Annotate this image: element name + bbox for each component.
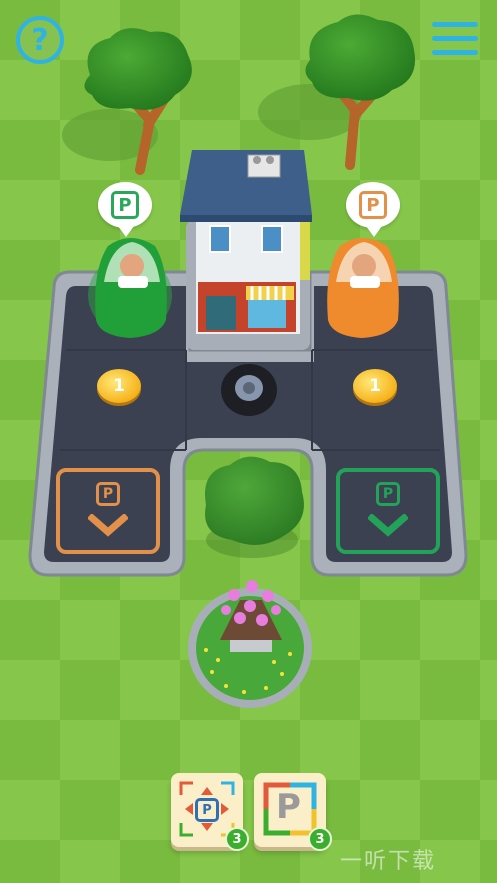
chevron-down-icon — [88, 514, 128, 537]
shop-building — [180, 150, 312, 350]
hamburger-menu-icon — [432, 22, 478, 27]
coin-value: 1 — [113, 376, 125, 396]
orange-parking-spot[interactable]: P — [56, 468, 160, 554]
game-board — [0, 0, 497, 883]
orange-car-parking-bubble: P — [346, 182, 400, 237]
card-count-badge: 3 — [225, 827, 249, 851]
hamburger-menu-icon — [432, 50, 478, 55]
tire-obstacle — [221, 364, 277, 416]
green-parking-spot[interactable]: P — [336, 468, 440, 554]
move-card[interactable]: P 3 — [171, 773, 249, 851]
driver-head — [352, 254, 376, 278]
green-car-parking-bubble: P — [98, 182, 152, 237]
parking-sign-icon: P — [359, 191, 387, 219]
menu-button[interactable] — [432, 22, 478, 62]
card-count-badge: 3 — [308, 827, 332, 851]
coin-value: 1 — [369, 376, 381, 396]
coin[interactable]: 1 — [97, 369, 141, 403]
parking-sign-icon: P — [111, 191, 139, 219]
watermark-logo: 一听下载 — [340, 849, 437, 874]
hamburger-menu-icon — [432, 36, 478, 41]
question-mark-icon: ? — [31, 22, 49, 58]
chevron-down-icon — [368, 514, 408, 537]
driver-head — [120, 254, 144, 278]
orange-car[interactable] — [327, 238, 399, 338]
parking-sign-icon: P — [96, 482, 120, 506]
help-button[interactable]: ? — [16, 16, 64, 64]
parking-card[interactable]: P 3 — [254, 773, 332, 851]
coin[interactable]: 1 — [353, 369, 397, 403]
parking-sign-icon: P — [376, 482, 400, 506]
parking-sign-icon: P — [276, 787, 301, 827]
bush — [205, 456, 304, 558]
parking-sign-icon: P — [195, 798, 219, 822]
